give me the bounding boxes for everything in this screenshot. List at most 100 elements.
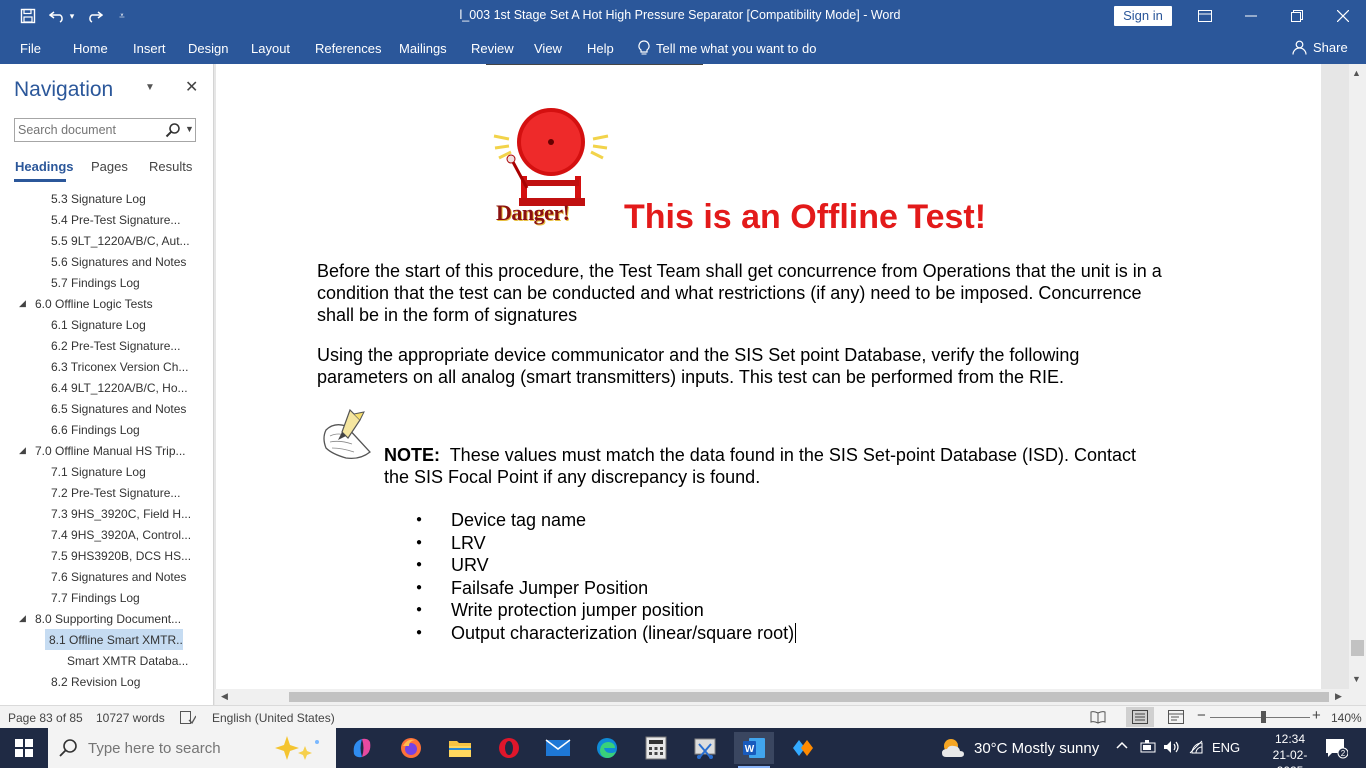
nav-tab-headings[interactable]: Headings: [15, 159, 74, 174]
tab-mailings[interactable]: Mailings: [399, 41, 447, 56]
nav-heading-item[interactable]: 6.5 Signatures and Notes: [0, 398, 213, 419]
tab-references[interactable]: References: [315, 41, 381, 56]
nav-heading-item[interactable]: 6.1 Signature Log: [0, 314, 213, 335]
nav-tab-pages[interactable]: Pages: [91, 159, 128, 174]
scroll-right-arrow-icon[interactable]: ▶: [1335, 691, 1342, 702]
weather-widget[interactable]: 30°C Mostly sunny: [940, 737, 1099, 759]
nav-heading-item[interactable]: 6.3 Triconex Version Ch...: [0, 356, 213, 377]
horizontal-scroll-thumb[interactable]: [289, 692, 1329, 702]
nav-heading-item[interactable]: 7.1 Signature Log: [0, 461, 213, 482]
nav-heading-item[interactable]: 7.7 Findings Log: [0, 587, 213, 608]
tell-me-search[interactable]: Tell me what you want to do: [638, 40, 816, 56]
zoom-slider-track[interactable]: [1210, 717, 1310, 718]
nav-heading-item[interactable]: 7.6 Signatures and Notes: [0, 566, 213, 587]
sign-in-button[interactable]: Sign in: [1114, 6, 1172, 26]
tab-insert[interactable]: Insert: [133, 41, 166, 56]
close-pane-icon[interactable]: ✕: [185, 77, 198, 97]
nav-heading-item[interactable]: 5.6 Signatures and Notes: [0, 251, 213, 272]
notification-center-icon[interactable]: 2: [1324, 737, 1349, 762]
vertical-scrollbar[interactable]: ▲ ▼: [1349, 64, 1366, 689]
nav-heading-item[interactable]: 5.7 Findings Log: [0, 272, 213, 293]
nav-heading-item[interactable]: ◢8.1 Offline Smart XMTR...: [45, 629, 183, 650]
opera-icon[interactable]: [489, 732, 529, 764]
redo-icon[interactable]: [82, 4, 106, 28]
customize-quick-access-icon[interactable]: ⩡: [110, 4, 134, 28]
nav-heading-item[interactable]: 7.4 9HS_3920A, Control...: [0, 524, 213, 545]
share-button[interactable]: Share: [1292, 40, 1348, 55]
language-indicator[interactable]: English (United States): [212, 711, 335, 725]
nav-heading-item[interactable]: ◢ 8.0 Supporting Document...: [0, 608, 213, 629]
restore-icon[interactable]: [1274, 0, 1320, 32]
proofing-icon[interactable]: [180, 711, 197, 727]
mail-icon[interactable]: [538, 732, 578, 764]
nav-heading-item[interactable]: ◢ 7.0 Offline Manual HS Trip...: [0, 440, 213, 461]
tab-help[interactable]: Help: [587, 41, 614, 56]
web-layout-icon[interactable]: [1168, 710, 1184, 727]
snipping-tool-icon[interactable]: [685, 732, 725, 764]
volume-icon[interactable]: [1163, 740, 1181, 757]
collapse-triangle-icon[interactable]: ◢: [19, 298, 26, 309]
nav-heading-item[interactable]: 7.3 9HS_3920C, Field H...: [0, 503, 213, 524]
show-hidden-icons-icon[interactable]: [1116, 738, 1128, 753]
scroll-down-arrow-icon[interactable]: ▼: [1352, 674, 1361, 684]
nav-heading-item[interactable]: 5.3 Signature Log: [0, 188, 213, 209]
tab-file[interactable]: File: [20, 41, 41, 56]
battery-icon[interactable]: [1139, 740, 1157, 757]
tab-layout[interactable]: Layout: [251, 41, 290, 56]
taskbar-search-box[interactable]: [48, 728, 336, 768]
nav-heading-item[interactable]: 6.6 Findings Log: [0, 419, 213, 440]
undo-dropdown-icon[interactable]: ▾: [64, 4, 80, 28]
nav-heading-item[interactable]: 6.4 9LT_1220A/B/C, Ho...: [0, 377, 213, 398]
scroll-left-arrow-icon[interactable]: ◀: [221, 691, 228, 702]
collapse-triangle-icon[interactable]: ◢: [19, 613, 26, 624]
zoom-slider-thumb[interactable]: [1261, 711, 1266, 723]
search-document-input[interactable]: [15, 119, 163, 141]
wifi-icon[interactable]: [1188, 740, 1204, 757]
word-count[interactable]: 10727 words: [96, 711, 165, 725]
calculator-icon[interactable]: [636, 732, 676, 764]
input-language[interactable]: ENG: [1212, 740, 1240, 755]
pane-options-icon[interactable]: ▼: [145, 82, 155, 93]
vertical-scroll-thumb[interactable]: [1351, 640, 1364, 656]
ribbon-display-options-icon[interactable]: [1182, 0, 1228, 32]
page-count[interactable]: Page 83 of 85: [8, 711, 83, 725]
file-explorer-icon[interactable]: [440, 732, 480, 764]
close-icon[interactable]: [1320, 0, 1366, 32]
nav-heading-item[interactable]: 6.2 Pre-Test Signature...: [0, 335, 213, 356]
edge-icon[interactable]: [587, 732, 627, 764]
taskbar-search-input[interactable]: [88, 738, 288, 758]
windows-start-icon[interactable]: [0, 728, 48, 768]
word-taskbar-icon[interactable]: W: [734, 732, 774, 768]
tab-design[interactable]: Design: [188, 41, 228, 56]
tab-review[interactable]: Review: [471, 41, 514, 56]
nav-heading-item[interactable]: ◢ 6.0 Offline Logic Tests: [0, 293, 213, 314]
nav-heading-item[interactable]: 8.2 Revision Log: [0, 671, 213, 692]
zoom-level[interactable]: 140%: [1331, 711, 1362, 725]
nav-heading-item[interactable]: Smart XMTR Databa...: [0, 650, 213, 671]
zoom-out-icon[interactable]: −: [1197, 707, 1206, 724]
read-mode-icon[interactable]: [1090, 710, 1106, 727]
nav-tab-results[interactable]: Results: [149, 159, 192, 174]
print-layout-icon[interactable]: [1126, 707, 1154, 727]
nav-heading-label: 8.0 Supporting Document...: [35, 612, 182, 626]
nav-heading-item[interactable]: 7.5 9HS3920B, DCS HS...: [0, 545, 213, 566]
document-area[interactable]: Danger! This is an Offline Test! Before …: [215, 64, 1349, 689]
tab-home[interactable]: Home: [73, 41, 108, 56]
copilot-icon[interactable]: [342, 732, 382, 764]
collapse-triangle-icon[interactable]: ◢: [19, 445, 26, 456]
nav-heading-item[interactable]: 5.4 Pre-Test Signature...: [0, 209, 213, 230]
tab-view[interactable]: View: [534, 41, 562, 56]
nav-heading-item[interactable]: 5.5 9LT_1220A/B/C, Aut...: [0, 230, 213, 251]
horizontal-scrollbar[interactable]: ◀ ▶: [215, 689, 1349, 705]
firefox-icon[interactable]: [391, 732, 431, 764]
minimize-icon[interactable]: [1228, 0, 1274, 32]
colorful-app-icon[interactable]: [783, 732, 823, 764]
taskbar-clock[interactable]: 12:34 21-02-2025: [1260, 731, 1320, 768]
search-options-dropdown-icon[interactable]: ▼: [185, 124, 194, 134]
search-icon[interactable]: [165, 122, 181, 138]
save-icon[interactable]: [16, 4, 40, 28]
nav-heading-item[interactable]: 7.2 Pre-Test Signature...: [0, 482, 213, 503]
document-page[interactable]: Danger! This is an Offline Test! Before …: [216, 64, 1321, 689]
zoom-in-icon[interactable]: +: [1312, 707, 1321, 724]
scroll-up-arrow-icon[interactable]: ▲: [1352, 68, 1361, 78]
